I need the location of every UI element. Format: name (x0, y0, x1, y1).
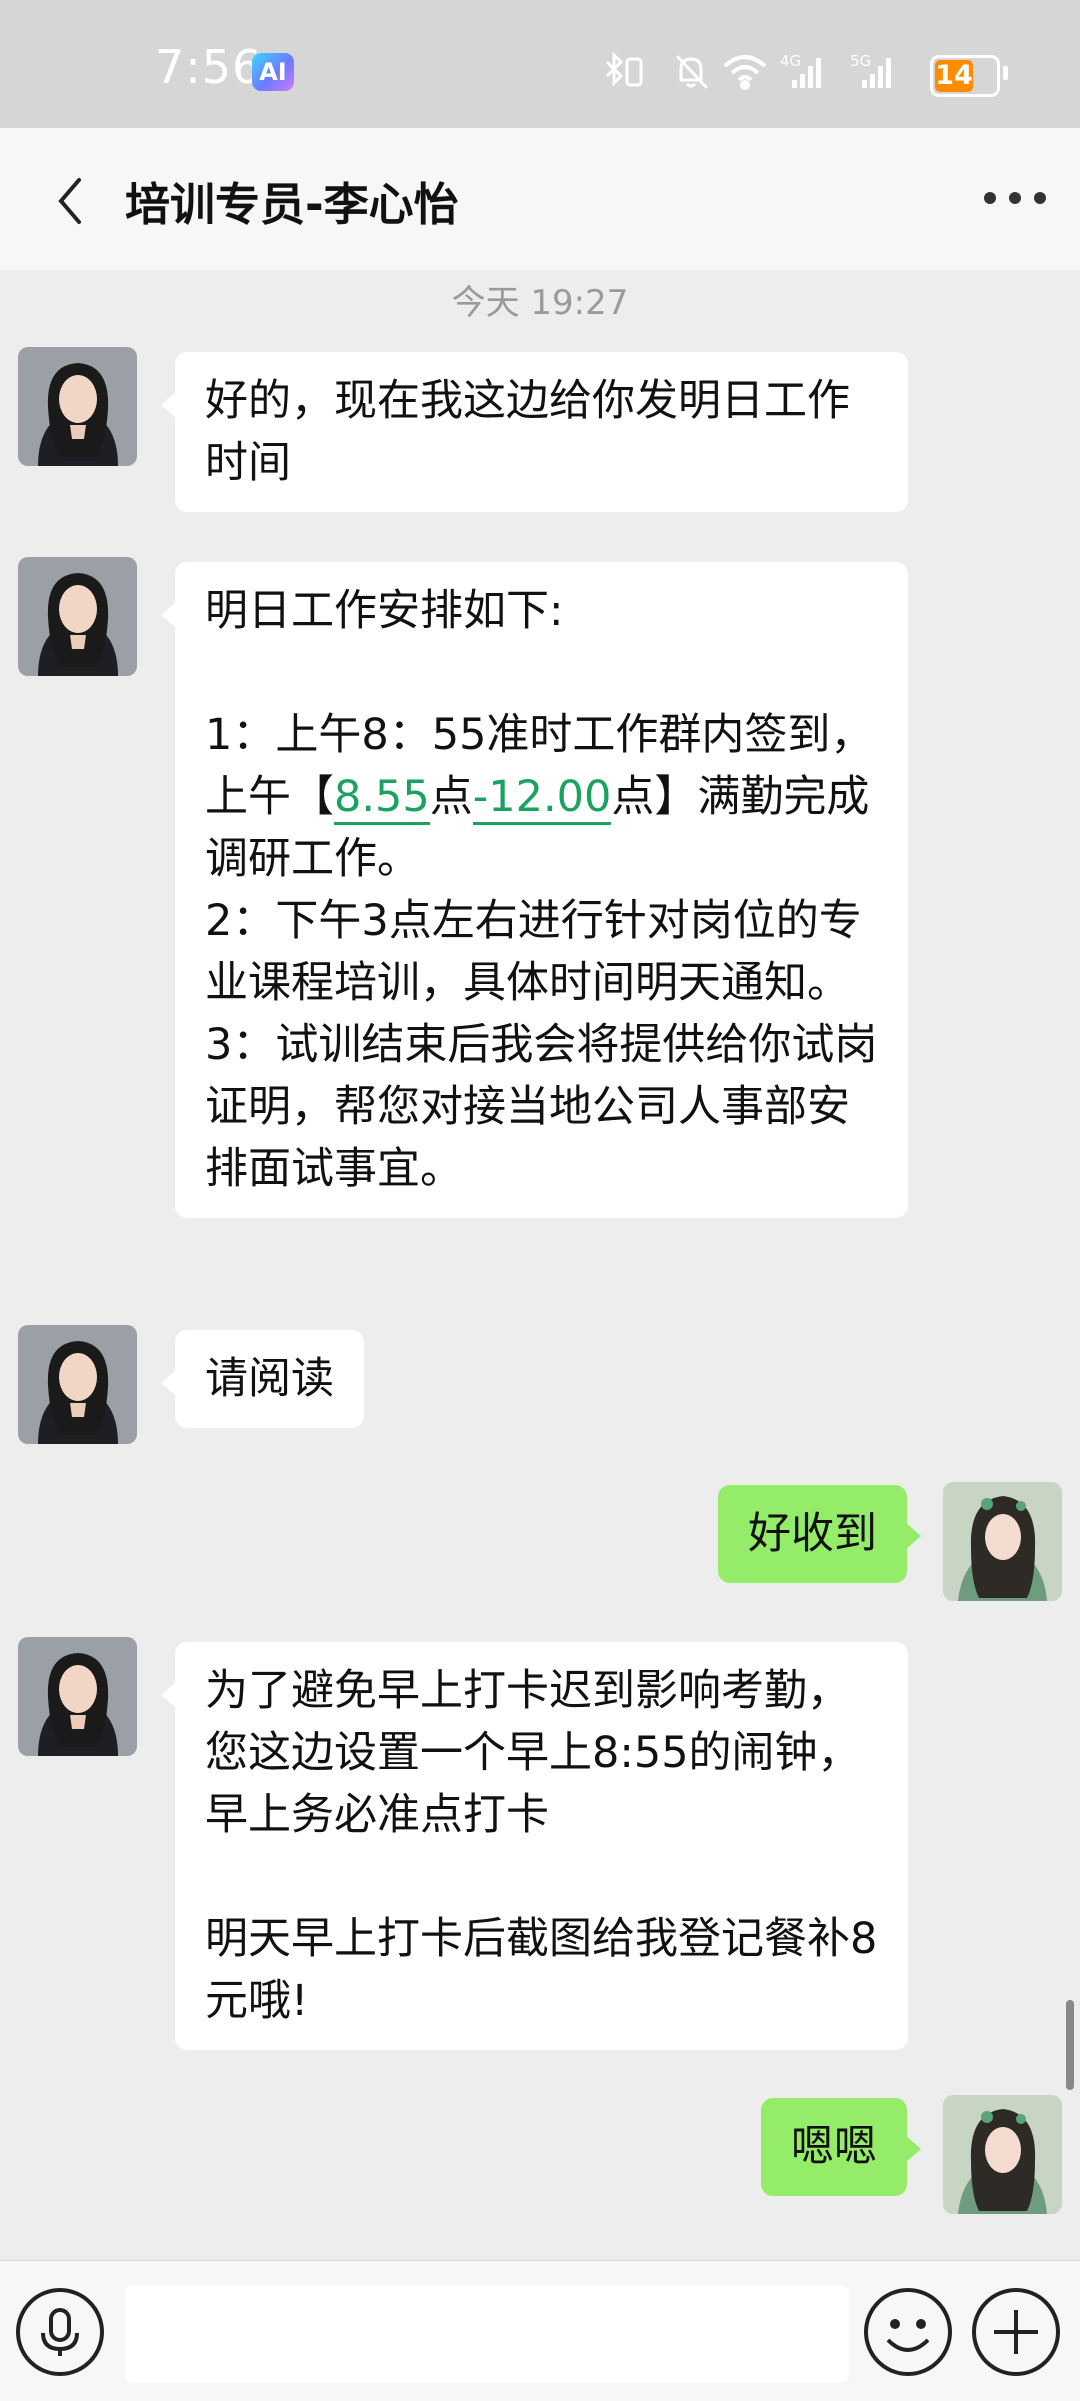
vibrate-icon (625, 57, 643, 87)
contact-avatar[interactable] (18, 557, 137, 676)
chat-title: 培训专员-李心怡 (125, 178, 459, 231)
time-link[interactable]: 8.55 (334, 772, 430, 825)
status-time: 7:56 (155, 40, 263, 94)
message-line: 明日工作安排如下: (205, 586, 564, 636)
contact-avatar[interactable] (18, 347, 137, 466)
input-bar (0, 2260, 1080, 2401)
message-text: 3：试训结束后我会将提供给你试岗证明，帮您对接当地公司人事部安排面试事宜。 (205, 1020, 878, 1194)
chat-header: 培训专员-李心怡 (0, 128, 1080, 270)
message-bubble-incoming[interactable]: 为了避免早上打卡迟到影响考勤，您这边设置一个早上8:55的闹钟，早上务必准点打卡… (161, 1642, 908, 2050)
signal-4g-icon: 4G (780, 52, 821, 88)
emoji-icon[interactable] (862, 2286, 954, 2378)
message-text: 明天早上打卡后截图给我登记餐补8元哦! (205, 1914, 878, 2026)
more-options-icon[interactable] (980, 186, 1050, 210)
scrollbar[interactable] (1066, 2000, 1074, 2090)
add-more-icon[interactable] (970, 2286, 1062, 2378)
my-avatar[interactable] (943, 1482, 1062, 1601)
svg-text:5G: 5G (850, 52, 871, 70)
message-text: 好收到 (748, 1509, 877, 1559)
battery-icon: 14 (930, 55, 1000, 97)
message-bubble-outgoing[interactable]: 嗯嗯 (761, 2098, 921, 2196)
mute-bell-icon (675, 54, 709, 90)
time-link[interactable]: -12.00 (472, 772, 612, 825)
message-text: 点 (429, 772, 473, 822)
battery-tip (1003, 66, 1008, 80)
contact-avatar[interactable] (18, 1637, 137, 1756)
message-text: 请阅读 (205, 1354, 334, 1404)
bluetooth-icon (605, 52, 624, 87)
message-text: 嗯嗯 (791, 2122, 877, 2172)
my-avatar[interactable] (943, 2095, 1062, 2214)
wifi-icon (723, 55, 767, 90)
message-bubble-incoming[interactable]: 好的，现在我这边给你发明日工作时间 (161, 352, 908, 512)
message-text: 为了避免早上打卡迟到影响考勤，您这边设置一个早上8:55的闹钟，早上务必准点打卡 (205, 1666, 861, 1840)
signal-5g-icon: 5G (850, 52, 891, 88)
svg-text:4G: 4G (780, 52, 801, 70)
voice-input-icon[interactable] (14, 2286, 106, 2378)
chat-timestamp: 今天 19:27 (451, 283, 629, 323)
message-bubble-incoming[interactable]: 明日工作安排如下: 1：上午8：55准时工作群内签到，上午【8.55点-12.0… (161, 562, 908, 1218)
message-text: 2：下午3点左右进行针对岗位的专业课程培训，具体时间明天通知。 (205, 896, 862, 1008)
message-bubble-outgoing[interactable]: 好收到 (718, 1485, 921, 1583)
message-input[interactable] (125, 2285, 849, 2383)
message-text: 好的，现在我这边给你发明日工作时间 (205, 376, 850, 488)
contact-avatar[interactable] (18, 1325, 137, 1444)
message-bubble-incoming[interactable]: 请阅读 (161, 1330, 364, 1428)
ai-badge: AI (252, 53, 294, 91)
battery-level: 14 (935, 60, 973, 92)
status-bar: 7:56 AI 4G 5G 14 (0, 0, 1080, 128)
back-arrow-icon[interactable] (55, 176, 85, 226)
